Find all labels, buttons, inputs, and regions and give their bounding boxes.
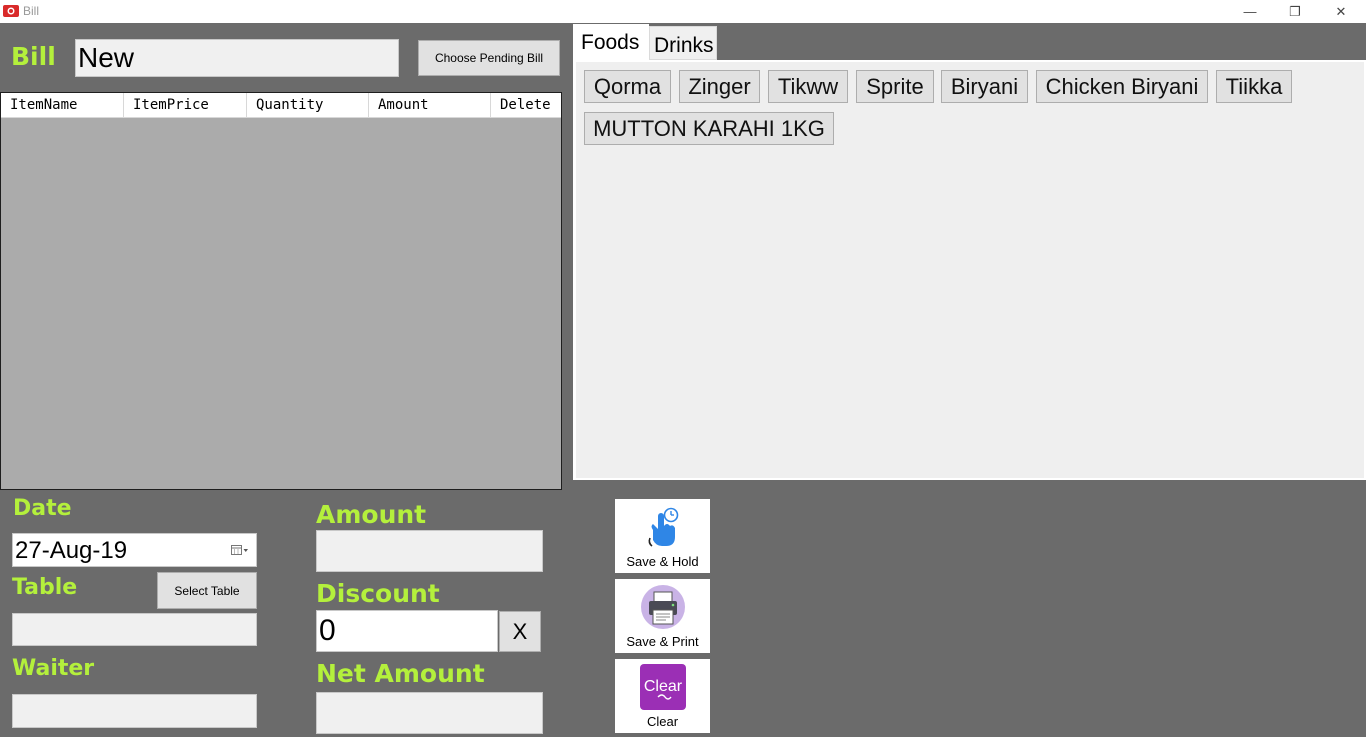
select-table-button[interactable]: Select Table <box>157 572 257 609</box>
maximize-button[interactable]: ❐ <box>1272 0 1318 23</box>
waiter-label: Waiter <box>12 656 95 681</box>
discount-label: Discount <box>316 579 440 608</box>
net-amount-label: Net Amount <box>316 659 485 688</box>
minimize-button[interactable]: — <box>1227 0 1273 23</box>
column-header-quantity[interactable]: Quantity <box>247 93 369 118</box>
bill-items-grid[interactable]: ItemName ItemPrice Quantity Amount Delet… <box>0 92 562 490</box>
food-button-chicken-biryani[interactable]: Chicken Biryani <box>1036 70 1208 103</box>
close-button[interactable]: ✕ <box>1318 0 1364 23</box>
bill-label: Bill <box>11 42 56 71</box>
food-button-biryani[interactable]: Biryani <box>941 70 1028 103</box>
clear-icon: Clear <box>639 664 686 710</box>
save-print-label: Save & Print <box>626 634 699 649</box>
save-hold-label: Save & Hold <box>626 554 699 569</box>
food-button-sprite[interactable]: Sprite <box>856 70 934 103</box>
column-header-amount[interactable]: Amount <box>369 93 491 118</box>
tab-drinks[interactable]: Drinks <box>649 26 717 60</box>
title-bar: Bill — ❐ ✕ <box>0 0 1366 23</box>
bill-number-field[interactable]: New <box>75 39 399 77</box>
column-header-itemprice[interactable]: ItemPrice <box>124 93 247 118</box>
column-header-itemname[interactable]: ItemName <box>1 93 124 118</box>
date-label: Date <box>13 496 72 521</box>
table-field[interactable] <box>12 613 257 646</box>
column-header-delete[interactable]: Delete <box>491 93 561 118</box>
hand-clock-icon <box>640 504 686 550</box>
discount-field[interactable]: 0 <box>316 610 498 652</box>
food-button-zinger[interactable]: Zinger <box>679 70 760 103</box>
waiter-field[interactable] <box>12 694 257 728</box>
grid-header: ItemName ItemPrice Quantity Amount Delet… <box>1 93 561 118</box>
calendar-icon[interactable] <box>231 544 249 556</box>
net-amount-field[interactable] <box>316 692 543 734</box>
printer-icon <box>640 584 686 630</box>
food-button-mutton-karahi[interactable]: MUTTON KARAHI 1KG <box>584 112 834 145</box>
save-hold-button[interactable]: Save & Hold <box>615 499 710 573</box>
clear-button[interactable]: Clear Clear <box>615 659 710 733</box>
table-label: Table <box>12 575 78 600</box>
app-icon <box>3 4 19 18</box>
clear-label: Clear <box>646 714 679 729</box>
food-button-qorma[interactable]: Qorma <box>584 70 671 103</box>
save-print-button[interactable]: Save & Print <box>615 579 710 653</box>
food-button-tiikka[interactable]: Tiikka <box>1216 70 1292 103</box>
window-title: Bill <box>23 4 40 18</box>
amount-label: Amount <box>316 500 427 529</box>
date-picker[interactable]: 27-Aug-19 <box>12 533 257 567</box>
food-button-tikww[interactable]: Tikww <box>768 70 848 103</box>
clear-icon-text: Clear <box>643 678 682 695</box>
tab-foods[interactable]: Foods <box>573 24 649 60</box>
amount-field[interactable] <box>316 530 543 572</box>
choose-pending-bill-button[interactable]: Choose Pending Bill <box>418 40 560 76</box>
discount-clear-button[interactable]: X <box>499 611 541 652</box>
